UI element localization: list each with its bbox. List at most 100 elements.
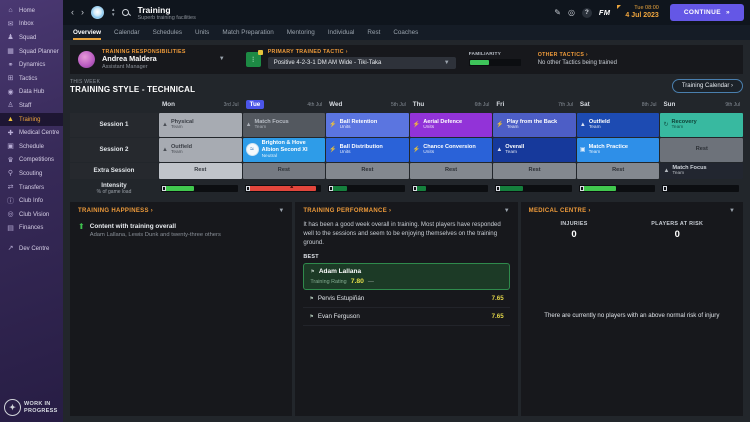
session-cell-thu-extra[interactable]: Rest <box>409 162 493 179</box>
intensity-bar-wed[interactable] <box>328 184 405 192</box>
tab-mentoring[interactable]: Mentoring <box>287 25 315 40</box>
session-cell-wed-extra[interactable]: Rest <box>326 162 409 179</box>
sidebar-item-club-vision[interactable]: ◎ Club Vision <box>0 208 63 222</box>
session-cell-fri-session1[interactable]: ⚡ Play from the Back Team <box>493 112 576 137</box>
session-cell-mon-session1[interactable]: ▲ Physical Team <box>159 112 242 137</box>
edit-icon[interactable]: ✎ <box>554 8 561 17</box>
intensity-bar-fri[interactable] <box>495 184 572 192</box>
session-cell-fri-extra[interactable]: Rest <box>493 162 576 179</box>
session-cell-sat-extra[interactable]: Rest <box>576 162 660 179</box>
sidebar-item-club-info[interactable]: ⓘ Club Info <box>0 194 63 208</box>
sidebar-item-training[interactable]: ▲ Training <box>0 112 63 127</box>
primary-tactic-select[interactable]: Positive 4-2-3-1 DM AM Wide - Tiki-Taka … <box>267 57 456 70</box>
data-hub-icon: ◉ <box>7 88 14 96</box>
session-cell-text: Rest <box>612 167 624 174</box>
training-calendar-button[interactable]: Training Calendar › <box>671 78 743 93</box>
intensity-fill <box>496 185 524 191</box>
sidebar-item-dynamics[interactable]: ⚭ Dynamics <box>0 58 63 72</box>
sidebar-item-transfers[interactable]: ⇄ Transfers <box>0 181 63 195</box>
session-label: Brighton & Hove Albion Second XI <box>261 140 308 153</box>
session-cell-mon-session2[interactable]: ▲ Outfield Team <box>159 137 242 162</box>
sidebar-item-scouting[interactable]: ⚲ Scouting <box>0 167 63 181</box>
day-date: 3rd Jul <box>223 101 239 108</box>
intensity-bar-mon[interactable] <box>161 184 238 192</box>
session-cell-sun-session1[interactable]: ↻ Recovery Team <box>660 112 744 137</box>
happiness-heading[interactable]: TRAINING HAPPINESS › <box>78 208 153 214</box>
medical-stat-players-at-risk: PLAYERS AT RISK 0 <box>651 221 703 240</box>
nav-forward-icon[interactable]: › <box>81 8 84 17</box>
game-datetime[interactable]: Tue 08:00 4 Jul 2023 <box>617 4 662 22</box>
performance-player-row[interactable]: ⚑ Evan Ferguson 7.65 <box>303 308 510 327</box>
sidebar-item-squad[interactable]: ♟ Squad <box>0 31 63 45</box>
home-icon: ⌂ <box>8 7 13 15</box>
intensity-bar-sat[interactable] <box>578 184 656 192</box>
tab-calendar[interactable]: Calendar <box>114 25 140 40</box>
sidebar-item-competitions[interactable]: ♛ Competitions <box>0 154 63 168</box>
tab-schedules[interactable]: Schedules <box>153 25 182 40</box>
happiness-collapse-icon[interactable]: ▼ <box>278 208 284 214</box>
session-cell-sat-session1[interactable]: ▲ Outfield Team <box>576 112 660 137</box>
continue-button[interactable]: CONTINUE» <box>669 4 744 21</box>
intensity-bar-tue[interactable]: ▲ <box>244 184 322 192</box>
sidebar-item-tactics[interactable]: ⊞ Tactics <box>0 72 63 86</box>
session-cell-mon-extra[interactable]: Rest <box>159 162 242 179</box>
schedule-icon: ▣ <box>7 143 14 151</box>
session-cell-thu-session1[interactable]: ⚡ Aerial Defence Units <box>409 112 493 137</box>
tab-overview[interactable]: Overview <box>73 25 102 40</box>
nav-back-icon[interactable]: ‹ <box>71 8 74 17</box>
performance-collapse-icon[interactable]: ▼ <box>504 208 510 214</box>
cone-icon: ▲ <box>245 121 252 128</box>
other-tactics-heading[interactable]: OTHER TACTICS › <box>538 52 617 58</box>
primary-tactic-heading[interactable]: PRIMARY TRAINED TACTIC › <box>268 49 456 55</box>
best-player-card[interactable]: ⚑ Adam Lallana Training Rating 7.80 — <box>303 263 510 291</box>
sidebar-item-finances[interactable]: ▤ Finances <box>0 222 63 236</box>
sidebar-item-schedule[interactable]: ▣ Schedule <box>0 140 63 154</box>
session-cell-fri-session2[interactable]: ▲ Overall Team <box>493 137 576 162</box>
club-switcher-icon[interactable]: ▲ ▼ <box>111 7 115 17</box>
help-icon[interactable]: ? <box>581 7 592 18</box>
thumbs-up-icon: ⬆ <box>78 221 85 231</box>
page-subtitle: Superb training facilities <box>137 14 196 21</box>
intensity-bar-sun[interactable] <box>662 184 740 192</box>
tab-match-preparation[interactable]: Match Preparation <box>222 25 273 40</box>
performance-player-row[interactable]: ⚑ Pervis Estupiñán 7.65 <box>303 290 510 309</box>
tab-coaches[interactable]: Coaches <box>393 25 418 40</box>
avatar[interactable] <box>78 50 95 68</box>
tab-individual[interactable]: Individual <box>328 25 355 40</box>
session-sub-label: Units <box>423 125 435 131</box>
session-cell-sun-extra[interactable]: ▲ Match Focus Team <box>660 162 744 179</box>
session-label: Rest <box>695 146 708 153</box>
session-cell-tue-session2[interactable]: ≈ Brighton & Hove Albion Second XI Neutral <box>242 137 326 162</box>
happiness-item[interactable]: ⬆ Content with training overall Adam Lal… <box>78 221 284 238</box>
globe-icon[interactable]: ◎ <box>568 8 575 17</box>
session-cell-wed-session1[interactable]: ⚡ Ball Retention Units <box>326 112 409 137</box>
session-cell-tue-session1[interactable]: ▲ Match Focus Team <box>242 112 326 137</box>
sidebar-item-inbox[interactable]: ✉ Inbox <box>0 18 63 32</box>
session-cell-sun-session2[interactable]: Rest <box>660 137 744 162</box>
tab-units[interactable]: Units <box>195 25 209 40</box>
sidebar-item-medical-centre[interactable]: ✚ Medical Centre <box>0 126 63 140</box>
club-badge[interactable] <box>91 6 104 19</box>
responsibilities-role: Assistant Manager <box>102 63 148 70</box>
player-flag-icon: ⚑ <box>309 313 314 320</box>
responsibilities-dropdown-icon[interactable]: ▼ <box>219 56 225 62</box>
intensity-cell-thu <box>410 180 493 197</box>
tab-rest[interactable]: Rest <box>367 25 380 40</box>
search-icon[interactable] <box>122 8 130 17</box>
responsibilities-name[interactable]: Andrea Maldera <box>102 54 186 64</box>
day-date: 8th Jul <box>641 101 657 108</box>
session-cell-tue-extra[interactable]: Rest <box>242 162 326 179</box>
performance-heading[interactable]: TRAINING PERFORMANCE › <box>303 208 391 214</box>
session-cell-sat-session2[interactable]: ▣ Match Practice Team <box>576 137 660 162</box>
medical-heading[interactable]: MEDICAL CENTRE › <box>529 208 591 214</box>
sidebar-item-staff[interactable]: ♙ Staff <box>0 99 63 113</box>
intensity-bar-thu[interactable] <box>411 184 489 192</box>
session-cell-thu-session2[interactable]: ⚡ Chance Conversion Units <box>409 137 493 162</box>
sidebar-item-squad-planner[interactable]: ▦ Squad Planner <box>0 45 63 59</box>
sidebar-item-dev-centre[interactable]: ↗ Dev Centre <box>0 242 63 256</box>
medical-collapse-icon[interactable]: ▼ <box>729 208 735 214</box>
day-column-thu: Thu 6th Jul ⚡ Aerial Defence Units ⚡ Chance Co… <box>409 98 493 197</box>
sidebar-item-data-hub[interactable]: ◉ Data Hub <box>0 86 63 100</box>
sidebar-item-home[interactable]: ⌂ Home <box>0 4 63 18</box>
session-cell-wed-session2[interactable]: ⚡ Ball Distribution Units <box>326 137 409 162</box>
